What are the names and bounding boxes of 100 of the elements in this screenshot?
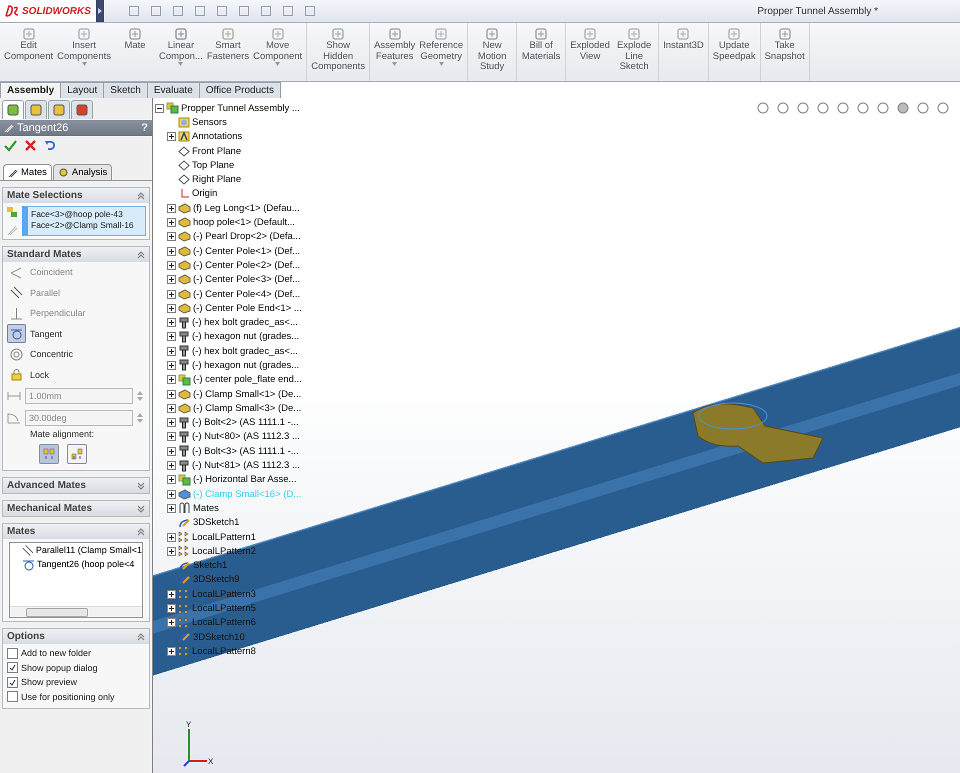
- ribbon-button[interactable]: Show Hidden Components: [309, 23, 368, 81]
- ribbon-button[interactable]: Update Speedpak: [710, 23, 758, 81]
- expand-icon[interactable]: [167, 246, 176, 256]
- section-header[interactable]: Standard Mates: [3, 247, 149, 262]
- manager-tab[interactable]: [48, 100, 70, 119]
- model-viewport[interactable]: [153, 98, 960, 773]
- expand-icon[interactable]: [167, 446, 176, 456]
- mate-option[interactable]: Lock: [3, 364, 149, 385]
- tree-item[interactable]: Front Plane: [155, 144, 302, 158]
- tree-item[interactable]: (-) hex bolt gradec_as<...: [155, 344, 302, 358]
- tree-item[interactable]: (-) Nut<80> (AS 1112.3 ...: [155, 430, 302, 444]
- tree-item[interactable]: (-) Pearl Drop<2> (Defa...: [155, 230, 302, 244]
- ribbon-button[interactable]: Reference Geometry: [417, 23, 466, 81]
- expand-icon[interactable]: [167, 418, 176, 428]
- expand-icon[interactable]: [167, 590, 176, 599]
- expand-icon[interactable]: [167, 318, 176, 328]
- menu-flyout[interactable]: [96, 0, 104, 22]
- tree-item[interactable]: Right Plane: [155, 172, 302, 187]
- expand-icon[interactable]: [167, 432, 176, 442]
- tree-item[interactable]: (-) Horizontal Bar Asse...: [155, 472, 302, 488]
- ribbon-tab[interactable]: Office Products: [198, 82, 281, 99]
- checkbox[interactable]: [7, 662, 18, 674]
- expand-icon[interactable]: [167, 646, 176, 656]
- ribbon-button[interactable]: Explode Line Sketch: [612, 23, 656, 81]
- ribbon-button[interactable]: Mate: [113, 23, 157, 81]
- ribbon-tab[interactable]: Layout: [60, 82, 104, 99]
- tree-item[interactable]: (-) Center Pole<3> (Def...: [155, 272, 302, 287]
- tree-item[interactable]: (-) Clamp Small<1> (De...: [155, 386, 302, 402]
- expand-icon[interactable]: [167, 218, 176, 228]
- expand-icon[interactable]: [167, 390, 176, 399]
- tree-item[interactable]: (-) Center Pole<2> (Def...: [155, 258, 302, 273]
- expand-icon[interactable]: [167, 490, 176, 499]
- ribbon-button[interactable]: New Motion Study: [470, 23, 514, 81]
- tree-item[interactable]: (-) Center Pole End<1> ...: [155, 301, 302, 316]
- expand-icon[interactable]: [167, 360, 176, 370]
- alignment-button[interactable]: [67, 444, 87, 464]
- mate-option[interactable]: Tangent: [3, 324, 149, 344]
- tree-item[interactable]: (-) Center Pole<4> (Def...: [155, 286, 302, 302]
- expand-icon[interactable]: [167, 618, 176, 628]
- expand-icon[interactable]: [167, 232, 176, 242]
- tree-item[interactable]: Propper Tunnel Assembly ...: [155, 101, 302, 116]
- tree-item[interactable]: Mates: [155, 501, 302, 516]
- tree-item[interactable]: 3DSketch1: [155, 516, 302, 530]
- ok-icon[interactable]: [4, 140, 17, 152]
- tree-item[interactable]: (-) Nut<81> (AS 1112.3 ...: [155, 458, 302, 473]
- expand-icon[interactable]: [167, 404, 176, 413]
- expand-icon[interactable]: [167, 375, 176, 384]
- manager-tab[interactable]: [25, 100, 47, 119]
- checkbox[interactable]: [7, 691, 18, 702]
- expand-icon[interactable]: [167, 475, 176, 484]
- section-header[interactable]: Options: [3, 629, 149, 644]
- checkbox[interactable]: [7, 676, 18, 688]
- option-checkbox[interactable]: Use for positioning only: [3, 690, 149, 704]
- mate-item[interactable]: Tangent26 (hoop pole<4: [10, 557, 142, 571]
- collapse-icon[interactable]: [155, 104, 164, 113]
- tree-item[interactable]: (-) hex bolt gradec_as<...: [155, 315, 302, 330]
- selection-item[interactable]: Face<3>@hoop pole-43: [31, 209, 142, 219]
- tree-item[interactable]: Origin: [155, 186, 302, 202]
- expand-icon[interactable]: [167, 304, 176, 313]
- tree-item[interactable]: (-) Clamp Small<3> (De...: [155, 401, 302, 416]
- tree-item[interactable]: (-) hexagon nut (grades...: [155, 330, 302, 344]
- tree-item[interactable]: Annotations: [155, 130, 302, 144]
- section-header[interactable]: Mates: [3, 524, 149, 539]
- option-checkbox[interactable]: Add to new folder: [3, 646, 149, 660]
- tree-item[interactable]: LocalLPattern5: [155, 601, 302, 616]
- mate-item[interactable]: Parallel11 (Clamp Small<1: [10, 543, 142, 557]
- expand-icon[interactable]: [167, 204, 176, 213]
- mate-option[interactable]: Concentric: [3, 344, 149, 364]
- tree-item[interactable]: (f) Leg Long<1> (Defau...: [155, 201, 302, 216]
- expand-icon[interactable]: [167, 532, 176, 542]
- selection-item[interactable]: Face<2>@Clamp Small-16: [31, 220, 142, 230]
- ribbon-tab[interactable]: Assembly: [0, 82, 62, 99]
- expand-icon[interactable]: [167, 604, 176, 614]
- ribbon-tab[interactable]: Evaluate: [146, 82, 200, 99]
- option-checkbox[interactable]: Show preview: [3, 675, 149, 690]
- tree-item[interactable]: (-) Bolt<3> (AS 1111.1 -...: [155, 444, 302, 458]
- tree-item[interactable]: hoop pole<1> (Default...: [155, 215, 302, 230]
- expand-icon[interactable]: [167, 260, 176, 270]
- expand-icon[interactable]: [167, 332, 176, 342]
- expand-icon[interactable]: [167, 275, 176, 284]
- tree-item[interactable]: Top Plane: [155, 158, 302, 172]
- ribbon-tab[interactable]: Sketch: [103, 82, 148, 99]
- section-header[interactable]: Mechanical Mates: [3, 501, 149, 516]
- ribbon-button[interactable]: Smart Fasteners: [204, 23, 252, 81]
- tree-item[interactable]: LocalLPattern1: [155, 530, 302, 544]
- tree-item[interactable]: (-) hexagon nut (grades...: [155, 358, 302, 373]
- panel-tab[interactable]: Mates: [3, 164, 52, 180]
- expand-icon[interactable]: [167, 461, 176, 470]
- ribbon-button[interactable]: Instant3D: [661, 23, 706, 81]
- expand-icon[interactable]: [167, 290, 176, 298]
- expand-icon[interactable]: [167, 132, 176, 142]
- selection-list[interactable]: Face<3>@hoop pole-43 Face<2>@Clamp Small-16: [22, 206, 146, 236]
- section-header[interactable]: Advanced Mates: [3, 478, 149, 493]
- manager-tab[interactable]: [2, 100, 24, 119]
- scrollbar[interactable]: [10, 606, 142, 617]
- ribbon-button[interactable]: Move Component: [251, 23, 304, 81]
- tree-item[interactable]: Sensors: [155, 115, 302, 130]
- ribbon-button[interactable]: Edit Component: [2, 23, 56, 81]
- ribbon-button[interactable]: Exploded View: [568, 23, 612, 81]
- expand-icon[interactable]: [167, 504, 176, 513]
